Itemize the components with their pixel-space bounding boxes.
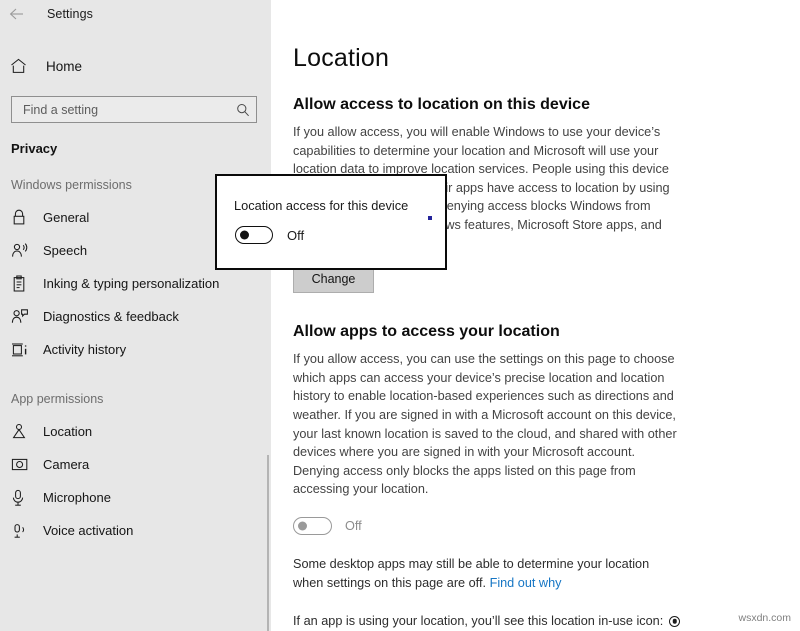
watermark: wsxdn.com: [738, 612, 791, 624]
camera-icon: [11, 457, 39, 472]
section-heading-device-access: Allow access to location on this device: [293, 96, 590, 113]
voice-activation-icon: [11, 523, 39, 539]
location-pin-icon: [11, 423, 39, 440]
section-body-apps-access: If you allow access, you can use the set…: [293, 352, 677, 497]
back-button[interactable]: [0, 0, 34, 28]
sidebar-titlebar: Settings: [0, 0, 271, 28]
device-location-toggle-state: Off: [287, 227, 305, 243]
sidebar-item-microphone-label: Microphone: [43, 490, 111, 505]
location-in-use-note: If an app is using your location, you’ll…: [293, 614, 693, 628]
apps-location-toggle-row[interactable]: Off: [293, 516, 800, 535]
sidebar-item-camera-label: Camera: [43, 457, 90, 472]
sidebar-item-home[interactable]: Home: [0, 50, 271, 82]
sidebar-item-activity-history-label: Activity history: [43, 342, 127, 357]
microphone-icon: [11, 489, 39, 507]
sidebar-category-title: Privacy: [11, 141, 58, 156]
sidebar-item-general-label: General: [43, 210, 90, 225]
sidebar-group-header-app-permissions: App permissions: [11, 392, 104, 406]
sidebar-item-inking-typing-label: Inking & typing personalization: [43, 276, 220, 291]
toggle-knob: [298, 521, 307, 531]
location-in-use-icon: [669, 615, 681, 627]
sidebar-item-inking-typing[interactable]: Inking & typing personalization: [0, 267, 271, 300]
sidebar-scrollbar[interactable]: [263, 0, 271, 631]
cursor-artifact: [428, 216, 432, 220]
home-icon: [10, 58, 40, 74]
location-in-use-note-text: If an app is using your location, you’ll…: [293, 614, 664, 629]
device-location-toggle[interactable]: [235, 226, 273, 244]
popup-toggle-row[interactable]: Off: [235, 226, 445, 244]
speech-person-icon: [11, 242, 39, 259]
sidebar-item-speech-label: Speech: [43, 243, 88, 258]
sidebar-item-activity-history[interactable]: Activity history: [0, 333, 271, 366]
desktop-apps-note: Some desktop apps may still be able to d…: [293, 555, 678, 592]
activity-history-icon: [11, 342, 39, 358]
sidebar-item-location[interactable]: Location: [0, 415, 271, 448]
sidebar-item-microphone[interactable]: Microphone: [0, 481, 271, 514]
page-title: Location: [293, 44, 390, 72]
section-heading-apps-access: Allow apps to access your location: [293, 323, 560, 341]
clipboard-pen-icon: [11, 274, 39, 293]
location-access-popup: Location access for this device Off: [215, 174, 447, 270]
lock-icon: [11, 209, 39, 226]
popup-title: Location access for this device: [234, 198, 409, 213]
apps-location-toggle-state: Off: [345, 518, 362, 533]
apps-location-toggle[interactable]: [293, 516, 332, 535]
sidebar-item-diagnostics-feedback[interactable]: Diagnostics & feedback: [0, 300, 271, 333]
sidebar-item-voice-activation[interactable]: Voice activation: [0, 514, 271, 547]
app-title: Settings: [47, 7, 93, 21]
sidebar-item-diagnostics-feedback-label: Diagnostics & feedback: [43, 309, 179, 324]
back-arrow-icon: [9, 7, 25, 21]
sidebar-item-home-label: Home: [46, 58, 83, 74]
search-icon[interactable]: [230, 103, 256, 117]
search-box[interactable]: [11, 96, 257, 123]
sidebar-item-voice-activation-label: Voice activation: [43, 523, 134, 538]
desktop-apps-note-text: Some desktop apps may still be able to d…: [293, 556, 650, 590]
settings-sidebar: Settings Home Privacy Windows permission…: [0, 0, 271, 631]
sidebar-item-location-label: Location: [43, 424, 93, 439]
toggle-knob: [240, 230, 249, 240]
sidebar-item-camera[interactable]: Camera: [0, 448, 271, 481]
feedback-person-icon: [11, 308, 39, 325]
main-content: Location Allow access to location on thi…: [271, 0, 800, 631]
sidebar-scrollbar-thumb[interactable]: [267, 455, 269, 631]
search-input[interactable]: [12, 101, 230, 118]
find-out-why-link[interactable]: Find out why: [490, 576, 562, 590]
